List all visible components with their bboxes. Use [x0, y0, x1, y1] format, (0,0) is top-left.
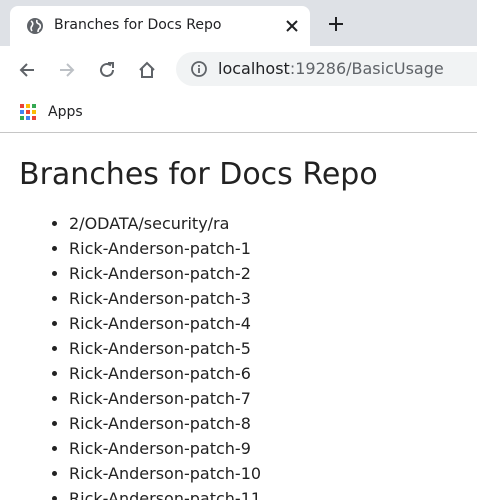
- branch-item: Rick-Anderson-patch-11: [69, 486, 261, 500]
- page-content: Branches for Docs Repo 2/ODATA/security/…: [0, 133, 477, 500]
- branch-item: Rick-Anderson-patch-9: [69, 436, 261, 461]
- browser-tab[interactable]: Branches for Docs Repo: [10, 6, 310, 46]
- branch-item: Rick-Anderson-patch-3: [69, 286, 261, 311]
- tab-title: Branches for Docs Repo: [54, 17, 222, 33]
- page-heading: Branches for Docs Repo: [19, 157, 378, 192]
- branch-item: Rick-Anderson-patch-8: [69, 411, 261, 436]
- apps-shortcut[interactable]: Apps: [20, 101, 83, 123]
- forward-arrow-icon[interactable]: [56, 59, 78, 81]
- back-arrow-icon[interactable]: [16, 59, 38, 81]
- apps-grid-dot: [26, 116, 30, 120]
- browser-toolbar: localhost:19286/BasicUsage: [0, 46, 477, 92]
- branch-item: Rick-Anderson-patch-4: [69, 311, 261, 336]
- branch-item: Rick-Anderson-patch-6: [69, 361, 261, 386]
- apps-grid-dot: [32, 104, 36, 108]
- apps-grid-dot: [26, 104, 30, 108]
- branch-item: Rick-Anderson-patch-2: [69, 261, 261, 286]
- apps-grid-icon: [20, 104, 36, 120]
- apps-grid-dot: [32, 116, 36, 120]
- apps-grid-dot: [20, 104, 24, 108]
- url-path: :19286/BasicUsage: [289, 59, 444, 78]
- branch-item: Rick-Anderson-patch-7: [69, 386, 261, 411]
- reload-icon[interactable]: [96, 59, 118, 81]
- branch-item: 2/ODATA/security/ra: [69, 211, 261, 236]
- apps-grid-dot: [26, 110, 30, 114]
- apps-grid-dot: [20, 110, 24, 114]
- address-bar[interactable]: localhost:19286/BasicUsage: [176, 52, 477, 86]
- bookmarks-bar: Apps: [0, 92, 477, 133]
- branch-item: Rick-Anderson-patch-5: [69, 336, 261, 361]
- globe-icon: [27, 18, 43, 34]
- branch-item: Rick-Anderson-patch-10: [69, 461, 261, 486]
- info-icon[interactable]: [190, 60, 208, 78]
- apps-grid-dot: [32, 110, 36, 114]
- tab-strip: Branches for Docs Repo: [0, 0, 477, 46]
- close-icon[interactable]: [282, 16, 302, 36]
- apps-grid-dot: [20, 116, 24, 120]
- home-icon[interactable]: [136, 59, 158, 81]
- url-text: localhost:19286/BasicUsage: [218, 59, 444, 78]
- branch-list: 2/ODATA/security/raRick-Anderson-patch-1…: [29, 211, 261, 500]
- branch-item: Rick-Anderson-patch-1: [69, 236, 261, 261]
- plus-icon[interactable]: [326, 14, 346, 34]
- apps-label: Apps: [48, 104, 83, 120]
- url-host: localhost: [218, 59, 290, 78]
